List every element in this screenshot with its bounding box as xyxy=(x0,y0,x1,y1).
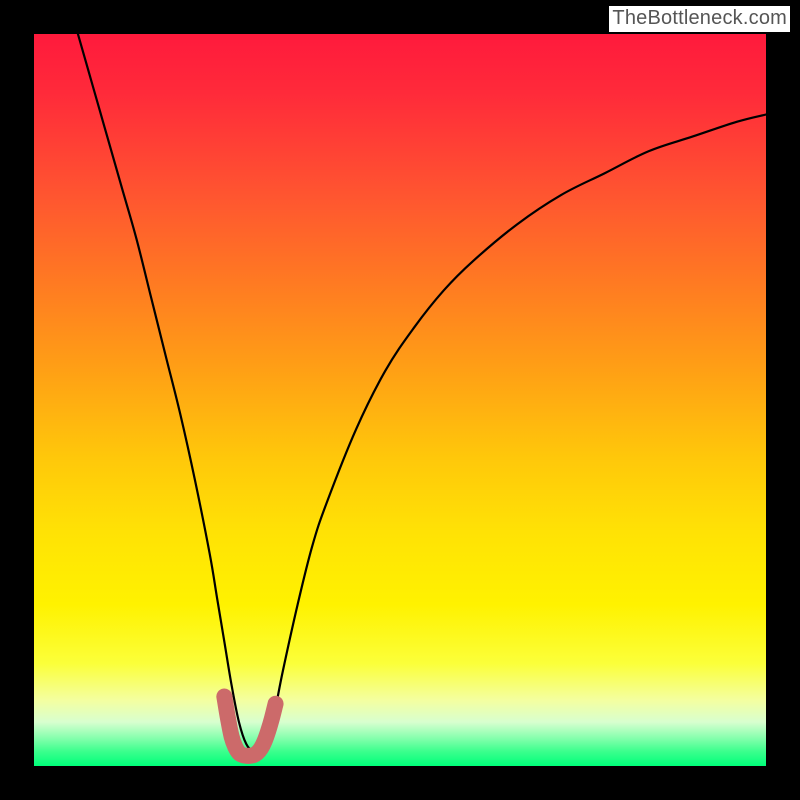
chart-frame: TheBottleneck.com xyxy=(0,0,800,800)
bottleneck-curve xyxy=(78,34,766,753)
optimum-marker xyxy=(224,696,275,755)
watermark-label: TheBottleneck.com xyxy=(609,6,790,32)
plot-area xyxy=(34,34,766,766)
curve-layer xyxy=(34,34,766,766)
